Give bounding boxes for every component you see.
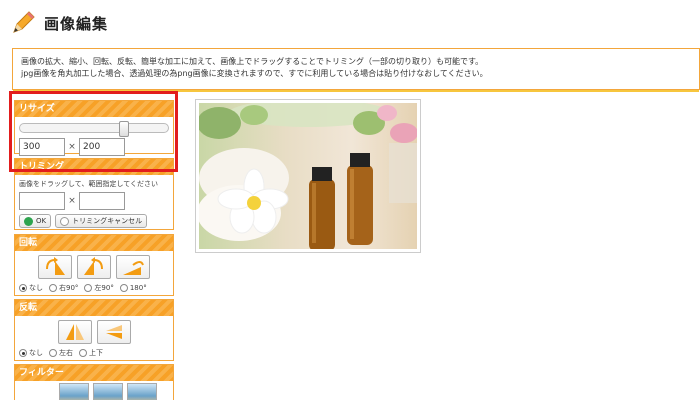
check-icon [24, 216, 33, 226]
cancel-icon [60, 216, 70, 226]
flip-option-none[interactable]: なし [19, 348, 43, 358]
rotate-option-left90[interactable]: 左90° [84, 283, 114, 293]
trim-width-input[interactable] [19, 192, 65, 210]
preview-image[interactable] [199, 103, 417, 249]
rotate-left-icon [84, 257, 103, 275]
flip-options: なし 左右 上下 [19, 348, 169, 358]
filter-thumbnail[interactable] [93, 383, 123, 400]
rotate-180-icon [123, 261, 144, 275]
flip-vertical-icon [105, 325, 122, 339]
rotate-option-180[interactable]: 180° [119, 284, 147, 292]
filter-header: フィルター [15, 365, 173, 381]
flip-option-label: 左右 [59, 349, 73, 357]
flip-vertical-button[interactable] [96, 320, 131, 344]
flip-option-label: なし [29, 349, 43, 357]
trim-height-input[interactable] [79, 192, 125, 210]
trim-times-sign: × [68, 196, 76, 206]
page-header: 画像編集 [10, 10, 108, 36]
rotate-180-button[interactable] [116, 255, 150, 279]
rotate-option-label: 180° [129, 284, 147, 292]
rotate-option-none[interactable]: なし [19, 283, 43, 293]
radio-icon [84, 284, 93, 292]
flip-option-horizontal[interactable]: 左右 [49, 348, 73, 358]
rotate-left-button[interactable] [77, 255, 111, 279]
radio-icon [19, 349, 27, 357]
rotate-right-icon [46, 257, 65, 275]
image-editor-page: 画像編集 画像の拡大、縮小、回転、反転、簡単な加工に加えて、画像上でドラッグする… [0, 0, 700, 400]
trim-ok-label: OK [36, 217, 47, 225]
rotate-option-label: 右90° [59, 284, 79, 292]
rotate-option-label: 左90° [94, 284, 114, 292]
filter-thumbnail[interactable] [127, 383, 157, 400]
rotate-right-button[interactable] [38, 255, 72, 279]
preview-image-frame[interactable] [195, 99, 421, 253]
trim-cancel-label: トリミングキャンセル [72, 217, 143, 225]
flip-horizontal-button[interactable] [57, 320, 92, 344]
rotate-option-label: なし [29, 284, 43, 292]
filter-panel: フィルター [14, 364, 174, 400]
rotate-options: なし 右90° 左90° 180° [19, 283, 169, 293]
trim-cancel-button[interactable]: トリミングキャンセル [55, 214, 148, 228]
pencil-icon [13, 11, 35, 33]
flip-option-vertical[interactable]: 上下 [79, 348, 103, 358]
flip-option-label: 上下 [89, 349, 103, 357]
flip-horizontal-icon [65, 324, 84, 340]
aroma-oil-photo [199, 103, 417, 249]
radio-icon [49, 349, 57, 357]
rotate-panel: 回転 なし 右90° 左90° 180° [14, 234, 174, 296]
radio-icon [79, 349, 87, 357]
rotate-header: 回転 [15, 235, 173, 251]
description-line-1: 画像の拡大、縮小、回転、反転、簡単な加工に加えて、画像上でドラッグすることでトリ… [21, 57, 484, 66]
filter-thumbnail[interactable] [59, 383, 89, 400]
radio-icon [49, 284, 57, 292]
flip-panel: 反転 なし 左右 上下 [14, 299, 174, 361]
trim-ok-button[interactable]: OK [19, 214, 52, 228]
flip-header: 反転 [15, 300, 173, 316]
radio-icon [19, 284, 27, 292]
trim-instruction: 画像をドラッグして、範囲指定してください [19, 180, 159, 188]
description-line-2: jpg画像を角丸加工した場合、透過処理の為png画像に変換されますので、すでに利… [21, 69, 488, 78]
radio-icon [119, 284, 128, 292]
resize-highlight-box [9, 91, 178, 172]
rotate-option-right90[interactable]: 右90° [49, 283, 78, 293]
page-title: 画像編集 [44, 14, 109, 33]
description-box: 画像の拡大、縮小、回転、反転、簡単な加工に加えて、画像上でドラッグすることでトリ… [12, 48, 700, 92]
